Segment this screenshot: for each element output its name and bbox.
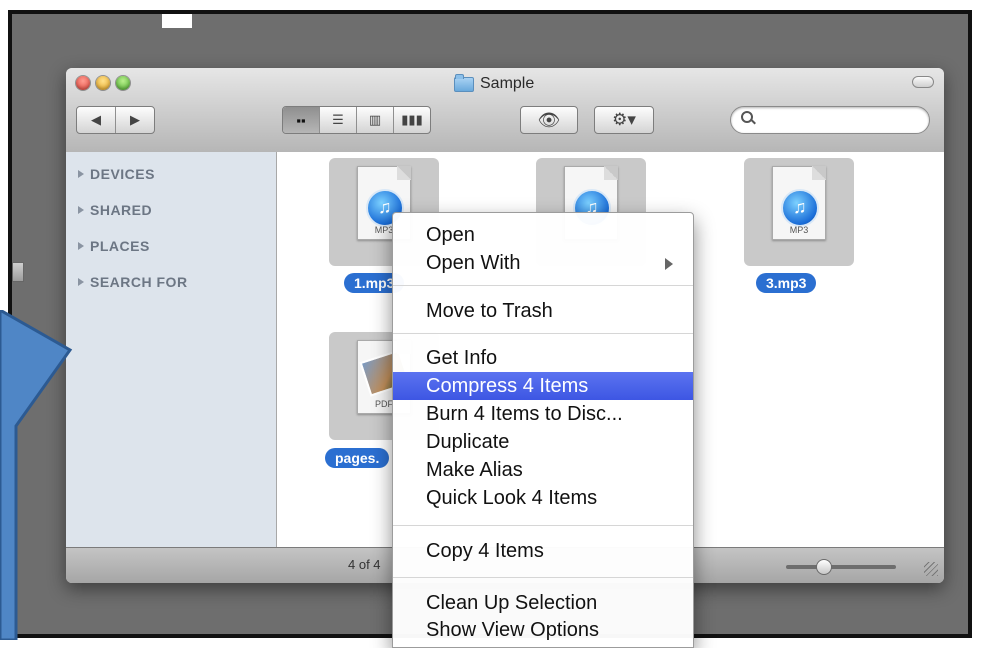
sidebar-item-label: DEVICES (90, 166, 155, 182)
icon-view-button[interactable]: ▪▪ (283, 107, 320, 133)
resize-grip-icon[interactable] (924, 562, 938, 576)
sidebar-item-shared[interactable]: SHARED (78, 202, 152, 218)
itunes-note-icon: ♫ (781, 189, 819, 227)
back-arrow-icon: ◀ (91, 112, 101, 127)
disclosure-triangle-icon (78, 170, 84, 178)
menu-item-label: Open With (426, 252, 521, 274)
menu-separator (393, 285, 693, 286)
mp3-file-icon: ♫ MP3 (772, 166, 826, 240)
submenu-arrow-icon (665, 258, 673, 270)
toolbar: Sample ◀ ▶ ▪▪ ☰ ▥ ▮▮▮ 👁 ⚙▾ (66, 68, 944, 153)
slider-knob[interactable] (816, 559, 832, 575)
context-menu: Open Open With Move to Trash Get Info Co… (392, 212, 694, 648)
menu-item-copy[interactable]: Copy 4 Items (393, 537, 693, 565)
file-name-label-4[interactable]: pages. (325, 448, 390, 468)
menu-item-quick-look[interactable]: Quick Look 4 Items (393, 484, 693, 512)
list-view-button[interactable]: ☰ (320, 107, 357, 133)
status-text: 4 of 4 (348, 557, 381, 572)
background-window-edge (12, 262, 24, 282)
quicklook-button[interactable]: 👁 (521, 107, 577, 133)
folder-icon (454, 73, 474, 92)
search-input[interactable] (730, 106, 930, 134)
menu-item-open[interactable]: Open (393, 221, 693, 249)
disclosure-triangle-icon (78, 278, 84, 286)
list-icon: ☰ (332, 112, 344, 127)
file-item-3[interactable]: ♫ MP3 (744, 158, 854, 266)
back-button[interactable]: ◀ (77, 107, 116, 133)
menu-item-duplicate[interactable]: Duplicate (393, 428, 693, 456)
column-view-button[interactable]: ▥ (357, 107, 394, 133)
menu-item-compress[interactable]: Compress 4 Items (393, 372, 693, 400)
forward-button[interactable]: ▶ (116, 107, 154, 133)
sidebar-item-label: PLACES (90, 238, 150, 254)
columns-icon: ▥ (368, 112, 382, 127)
menu-separator (393, 525, 693, 526)
window-title-label: Sample (480, 75, 535, 92)
action-button[interactable]: ⚙▾ (595, 107, 653, 133)
sidebar-item-devices[interactable]: DEVICES (78, 166, 155, 182)
coverflow-icon: ▮▮▮ (401, 112, 423, 127)
menu-item-get-info[interactable]: Get Info (393, 344, 693, 372)
quicklook-group: 👁 (520, 106, 578, 134)
sidebar-item-places[interactable]: PLACES (78, 238, 150, 254)
menu-item-burn[interactable]: Burn 4 Items to Disc... (393, 400, 693, 428)
callout-arrow (0, 310, 73, 640)
file-kind-label: MP3 (789, 225, 809, 235)
eye-icon: 👁 (537, 109, 561, 130)
frame-gap (162, 14, 192, 28)
menu-separator (393, 333, 693, 334)
sidebar-item-label: SHARED (90, 202, 153, 218)
minimize-button[interactable] (96, 76, 110, 90)
view-buttons: ▪▪ ☰ ▥ ▮▮▮ (282, 106, 431, 134)
icon-size-slider[interactable] (786, 565, 896, 569)
window-title: Sample (454, 73, 535, 93)
file-name-label-3[interactable]: 3.mp3 (756, 273, 817, 293)
disclosure-triangle-icon (78, 206, 84, 214)
zoom-button[interactable] (116, 76, 130, 90)
action-group: ⚙▾ (594, 106, 654, 134)
close-button[interactable] (76, 76, 90, 90)
grid-icon: ▪▪ (296, 112, 306, 128)
menu-separator (393, 577, 693, 578)
sidebar-item-label: SEARCH FOR (90, 274, 188, 290)
sidebar: DEVICES SHARED PLACES SEARCH FOR (66, 152, 277, 547)
forward-arrow-icon: ▶ (130, 112, 140, 127)
toolbar-toggle-button[interactable] (912, 76, 934, 88)
disclosure-triangle-icon (78, 242, 84, 250)
menu-item-move-to-trash[interactable]: Move to Trash (393, 297, 693, 325)
menu-item-clean-up-selection[interactable]: Clean Up Selection (393, 589, 693, 617)
sidebar-item-search-for[interactable]: SEARCH FOR (78, 274, 188, 290)
menu-item-open-with[interactable]: Open With (393, 249, 693, 277)
menu-item-show-view-options[interactable]: Show View Options (393, 616, 693, 644)
menu-item-make-alias[interactable]: Make Alias (393, 456, 693, 484)
coverflow-view-button[interactable]: ▮▮▮ (394, 107, 430, 133)
gear-icon: ⚙▾ (612, 110, 636, 129)
search-icon (741, 111, 753, 123)
nav-buttons: ◀ ▶ (76, 106, 155, 134)
